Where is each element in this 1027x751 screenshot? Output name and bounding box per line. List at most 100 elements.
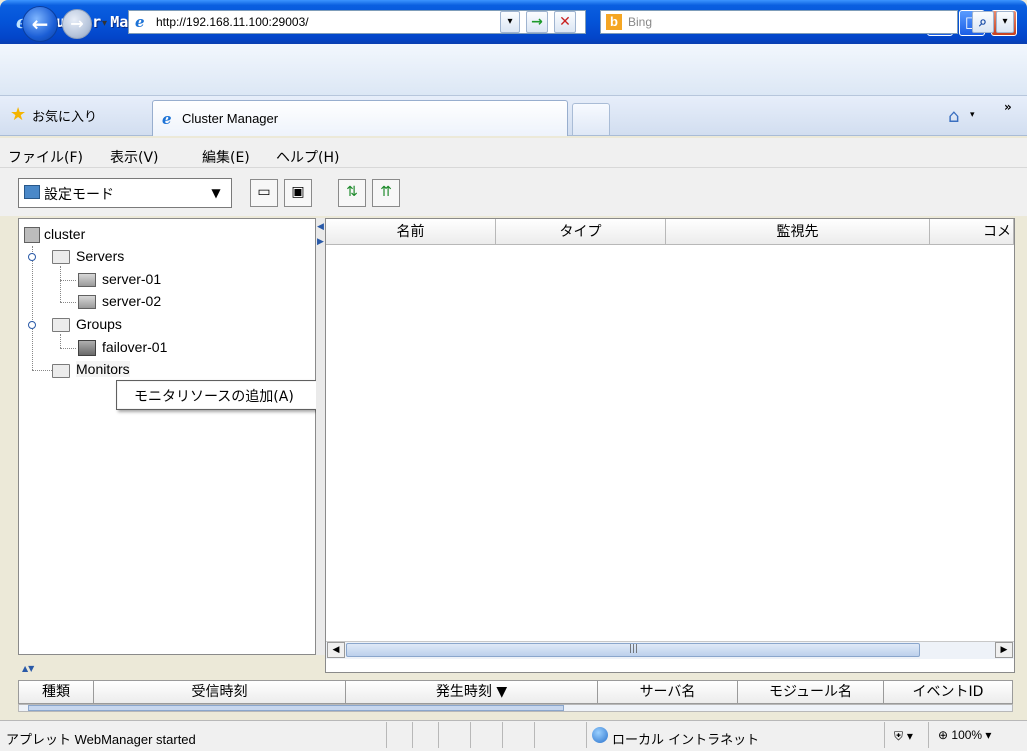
cluster-tree-pane[interactable] [18, 218, 316, 655]
column-header-name[interactable]: 名前 [326, 219, 496, 245]
tree-line [60, 348, 76, 349]
scrollbar-grip-icon: ||| [629, 644, 639, 654]
forward-arrow-icon: → [70, 14, 84, 33]
folder-icon [52, 250, 70, 264]
stop-button[interactable]: ✕ [554, 11, 576, 33]
expand-toggle-icon[interactable] [28, 321, 36, 329]
back-arrow-icon: ← [31, 12, 49, 36]
security-zone-text: ローカル イントラネット [612, 733, 760, 748]
failover-group-icon [78, 340, 96, 356]
status-text: アプレット WebManager started [6, 732, 196, 747]
zoom-level[interactable]: ⊕ 100% ▾ [938, 728, 991, 742]
column-header-comment[interactable]: コメ [930, 219, 1014, 245]
server-icon [78, 295, 96, 309]
tree-node-servers[interactable]: Servers [76, 248, 124, 264]
tree-node-monitors[interactable]: Monitors [76, 361, 130, 377]
new-tab-button[interactable] [572, 103, 610, 135]
search-button[interactable]: ⌕ [972, 11, 994, 33]
resource-list-pane[interactable] [325, 218, 1015, 673]
more-tools-chevron[interactable]: » [1004, 100, 1012, 114]
tree-node-group[interactable]: failover-01 [102, 339, 167, 355]
search-icon: ⌕ [979, 14, 987, 30]
expand-toggle-icon[interactable] [28, 253, 36, 261]
apply-icon: ⇅ [346, 184, 358, 200]
star-icon[interactable]: ★ [10, 104, 26, 125]
column-header-type[interactable]: タイプ [496, 219, 666, 245]
home-icon[interactable]: ⌂ [948, 106, 959, 127]
tree-line [60, 302, 76, 303]
status-separator [438, 722, 439, 748]
log-column-module[interactable]: モジュール名 [738, 680, 884, 704]
apply-button[interactable]: ⇅ [338, 179, 366, 207]
status-separator [386, 722, 387, 748]
save-icon: ▣ [291, 184, 305, 200]
status-separator [884, 722, 885, 748]
pane-splitter[interactable] [316, 218, 325, 655]
tree-node-groups[interactable]: Groups [76, 316, 122, 332]
address-text[interactable]: http://192.168.11.100:29003/ [156, 15, 309, 29]
tree-line [60, 334, 61, 348]
save-button[interactable]: ▣ [284, 179, 312, 207]
log-column-occurred-time[interactable]: 発生時刻 ▼ [346, 680, 598, 704]
search-placeholder: Bing [628, 15, 653, 29]
go-arrow-icon: → [531, 14, 543, 30]
open-icon: ▭ [257, 184, 271, 200]
history-dropdown-icon[interactable]: ▾ [102, 18, 107, 29]
mode-icon [24, 185, 40, 199]
log-column-server[interactable]: サーバ名 [598, 680, 738, 704]
search-box[interactable] [600, 10, 958, 34]
log-column-event-id[interactable]: イベントID [884, 680, 1013, 704]
bing-logo-icon: b [606, 14, 622, 30]
log-column-type[interactable]: 種類 [18, 680, 94, 704]
tab-favicon-icon: e [162, 110, 172, 128]
upload-button[interactable]: ⇈ [372, 179, 400, 207]
forward-button[interactable]: → [62, 9, 92, 39]
tree-node-server[interactable]: server-02 [102, 293, 161, 309]
status-separator [586, 722, 587, 748]
status-separator [470, 722, 471, 748]
folder-icon [52, 364, 70, 378]
collapse-right-icon[interactable]: ▶ [317, 237, 324, 247]
log-pane-resize-icon[interactable]: ▲▼ [22, 664, 34, 673]
open-button[interactable]: ▭ [250, 179, 278, 207]
column-header-target[interactable]: 監視先 [666, 219, 930, 245]
cluster-icon [24, 227, 40, 243]
tree-node-server[interactable]: server-01 [102, 271, 161, 287]
tree-line [60, 280, 76, 281]
home-dropdown-icon[interactable]: ▾ [970, 110, 975, 120]
page-favicon-icon: e [135, 13, 145, 31]
menu-file[interactable]: ファイル(F) [8, 147, 83, 167]
scroll-right-button[interactable]: ▶ [995, 642, 1013, 658]
log-scrollbar-thumb[interactable] [28, 705, 564, 711]
favorites-button[interactable]: お気に入り [32, 106, 97, 125]
menu-view[interactable]: 表示(V) [110, 147, 159, 167]
scroll-left-button[interactable]: ◀ [327, 642, 345, 658]
collapse-left-icon[interactable]: ◀ [317, 222, 324, 232]
log-column-received-time[interactable]: 受信時刻 [94, 680, 346, 704]
status-separator [928, 722, 929, 748]
status-separator [502, 722, 503, 748]
menu-help[interactable]: ヘルプ(H) [276, 147, 339, 167]
address-dropdown-button[interactable]: ▾ [500, 11, 520, 33]
folder-icon [52, 318, 70, 332]
search-options-button[interactable]: ▾ [996, 11, 1014, 33]
tree-line [60, 266, 61, 302]
status-separator [412, 722, 413, 748]
mode-label: 設定モード [44, 187, 114, 203]
tree-line [32, 246, 33, 370]
intranet-zone-icon [592, 727, 608, 743]
upload-icon: ⇈ [380, 184, 392, 200]
menu-edit[interactable]: 編集(E) [202, 147, 250, 167]
status-separator [534, 722, 535, 748]
go-button[interactable]: → [526, 11, 548, 33]
tree-line [32, 370, 52, 371]
protected-mode-icon[interactable]: ⛨ ▾ [894, 729, 913, 744]
tree-node-cluster[interactable]: cluster [44, 226, 85, 242]
server-icon [78, 273, 96, 287]
context-menu-item-label: モニタリソースの追加(A) [134, 389, 294, 405]
zoom-value: 100% [951, 728, 983, 742]
stop-icon: ✕ [559, 14, 571, 30]
mode-dropdown-icon[interactable]: ▼ [204, 182, 228, 204]
address-toolbar [0, 44, 1027, 96]
back-button[interactable]: ← [22, 6, 58, 42]
